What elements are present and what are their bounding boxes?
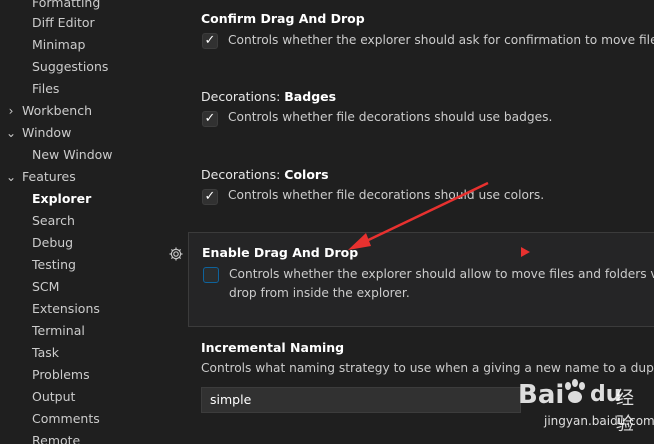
tree-item-new-window[interactable]: New Window xyxy=(32,144,113,166)
setting-enable-drag-and-drop[interactable]: Enable Drag And Drop Controls whether th… xyxy=(188,232,654,327)
tree-item-testing[interactable]: Testing xyxy=(32,254,76,276)
tree-item-minimap[interactable]: Minimap xyxy=(32,34,85,56)
setting-category: Decorations: xyxy=(201,89,285,104)
badges-checkbox[interactable]: ✓ xyxy=(202,111,218,127)
tree-item-scm[interactable]: SCM xyxy=(32,276,59,298)
tree-item-files[interactable]: Files xyxy=(32,78,59,100)
confirm-drag-checkbox[interactable]: ✓ xyxy=(202,33,218,49)
watermark-url: jingyan.baidu.com xyxy=(544,414,654,428)
incremental-naming-select[interactable]: simple xyxy=(201,387,521,413)
setting-description-line2: drop from inside the explorer. xyxy=(229,286,410,300)
setting-description: Controls whether file decorations should… xyxy=(228,110,553,124)
setting-decorations-badges: Decorations: Badges ✓ Controls whether f… xyxy=(188,80,654,158)
check-icon: ✓ xyxy=(204,189,216,204)
setting-confirm-drag-and-drop: Confirm Drag And Drop ✓ Controls whether… xyxy=(188,0,654,80)
enable-drag-checkbox[interactable] xyxy=(203,267,219,283)
paw-icon xyxy=(565,379,585,403)
check-icon: ✓ xyxy=(204,33,216,48)
tree-item-output[interactable]: Output xyxy=(32,386,75,408)
gear-icon[interactable] xyxy=(168,246,184,262)
tree-item-task[interactable]: Task xyxy=(32,342,59,364)
tree-item-search[interactable]: Search xyxy=(32,210,75,232)
tree-item-terminal[interactable]: Terminal xyxy=(32,320,85,342)
setting-title: Enable Drag And Drop xyxy=(202,245,359,260)
tree-item-debug[interactable]: Debug xyxy=(32,232,73,254)
setting-description: Controls whether the explorer should ask… xyxy=(228,33,654,47)
setting-title: Incremental Naming xyxy=(201,340,345,355)
tree-item-comments[interactable]: Comments xyxy=(32,408,100,430)
watermark-brand: Bai xyxy=(518,380,565,410)
setting-description: Controls whether file decorations should… xyxy=(228,188,545,202)
colors-checkbox[interactable]: ✓ xyxy=(202,189,218,205)
tree-item-features[interactable]: Features xyxy=(22,166,76,188)
chevron-down-icon[interactable]: ⌄ xyxy=(5,122,17,144)
tree-item-window[interactable]: Window xyxy=(22,122,71,144)
tree-item-problems[interactable]: Problems xyxy=(32,364,90,386)
setting-description-line1: Controls whether the explorer should all… xyxy=(229,267,654,281)
tree-item-remote[interactable]: Remote xyxy=(32,430,80,444)
watermark-cn: 经验 xyxy=(616,388,634,435)
setting-decorations-colors: Decorations: Colors ✓ Controls whether f… xyxy=(188,158,654,232)
tree-item-suggestions[interactable]: Suggestions xyxy=(32,56,108,78)
tree-item-workbench[interactable]: Workbench xyxy=(22,100,92,122)
chevron-right-icon[interactable]: › xyxy=(5,100,17,122)
setting-category: Decorations: xyxy=(201,167,285,182)
baidu-watermark: Bai du 经验 jingyan.baidu.com xyxy=(518,370,654,440)
settings-tree: Formatting Diff Editor Minimap Suggestio… xyxy=(0,0,188,444)
tree-item-diff-editor[interactable]: Diff Editor xyxy=(32,12,95,34)
tree-item-explorer[interactable]: Explorer xyxy=(32,188,91,210)
setting-title: Colors xyxy=(284,167,329,182)
check-icon: ✓ xyxy=(204,111,216,126)
setting-title: Badges xyxy=(284,89,337,104)
chevron-down-icon[interactable]: ⌄ xyxy=(5,166,17,188)
tree-item-extensions[interactable]: Extensions xyxy=(32,298,100,320)
setting-title: Confirm Drag And Drop xyxy=(201,11,365,26)
